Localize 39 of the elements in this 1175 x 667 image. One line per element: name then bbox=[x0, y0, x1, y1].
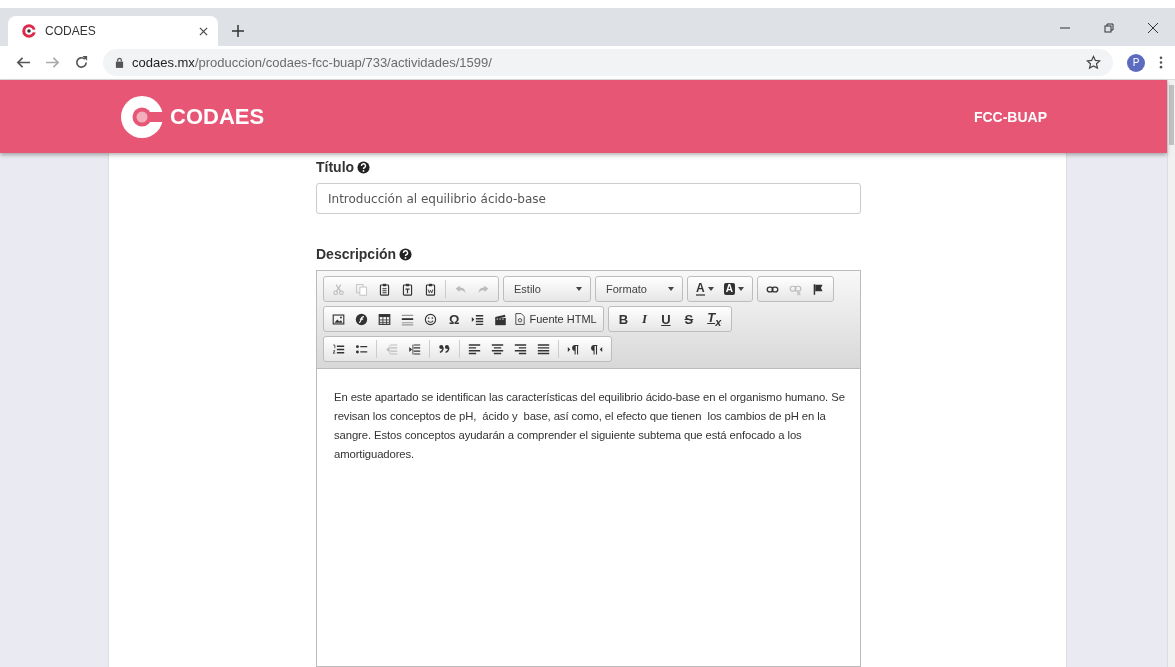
lock-icon bbox=[115, 57, 124, 68]
format-button[interactable]: I bbox=[636, 308, 654, 330]
source-button[interactable]: Fuente HTML bbox=[513, 313, 599, 325]
text-color-button[interactable]: A bbox=[692, 278, 718, 300]
field-label: Descripción bbox=[316, 246, 397, 262]
restore-icon[interactable] bbox=[1104, 23, 1114, 33]
description-text: En este apartado se identifican las características del equilibrio ácido-base en el organismo humano. Se revisan los conceptos de pH, ácido y base, así como, el efecto que tienen los cambios de pH en la sangre. Estos conceptos ayudarán a comprender el siguiente subtema que está enfocado a los amortiguadores. bbox=[334, 390, 846, 462]
url-text: codaes.mx/produccion/codaes-fcc-buap/733/actividades/1599/ bbox=[132, 55, 492, 70]
caret-icon bbox=[707, 287, 714, 291]
logo-icon bbox=[22, 24, 36, 38]
scrollbar-thumb[interactable] bbox=[1169, 85, 1174, 145]
format-button[interactable]: U bbox=[655, 308, 677, 330]
browser-tab[interactable]: CODAES bbox=[8, 16, 218, 46]
caret-icon bbox=[576, 287, 582, 291]
document-icon bbox=[515, 313, 526, 325]
format-button[interactable]: Ω bbox=[443, 308, 466, 330]
field-label: Título bbox=[316, 159, 355, 175]
dropdown[interactable]: Formato bbox=[600, 278, 678, 300]
star-icon[interactable] bbox=[1086, 55, 1101, 70]
logo-icon[interactable] bbox=[120, 94, 164, 139]
help-icon[interactable] bbox=[357, 160, 371, 174]
menu-icon[interactable] bbox=[1159, 56, 1163, 69]
close-icon[interactable] bbox=[1148, 23, 1158, 33]
tab-title: CODAES bbox=[45, 24, 97, 38]
reload-icon[interactable] bbox=[74, 55, 89, 70]
new-tab-icon[interactable] bbox=[232, 25, 244, 37]
close-icon[interactable] bbox=[199, 26, 208, 36]
caret-icon bbox=[737, 287, 744, 291]
help-icon[interactable] bbox=[399, 247, 413, 261]
format-button[interactable]: T$_{x}$ bbox=[701, 308, 728, 330]
background-color-button[interactable]: A bbox=[719, 278, 748, 300]
title-input-field[interactable]: Introducción al equilibrio ácido-base bbox=[316, 183, 861, 214]
caret-icon bbox=[668, 287, 674, 291]
format-button[interactable]: S bbox=[678, 308, 700, 330]
address-bar[interactable]: codaes.mx/produccion/codaes-fcc-buap/733/actividades/1599/ bbox=[103, 49, 1113, 76]
back-icon[interactable] bbox=[16, 55, 31, 70]
dropdown[interactable]: Estilo bbox=[508, 278, 586, 300]
format-button[interactable]: B bbox=[612, 308, 635, 330]
profile-avatar[interactable]: P bbox=[1127, 53, 1145, 72]
